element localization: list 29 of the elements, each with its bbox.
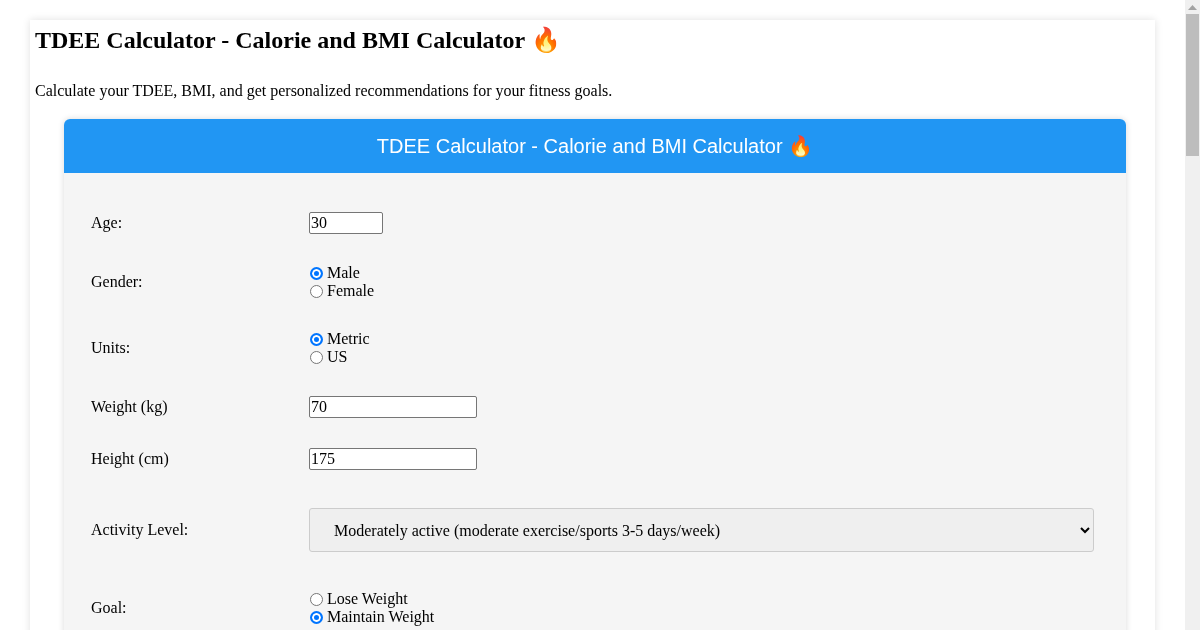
radio-button[interactable]: [310, 592, 323, 606]
radio-label: Male: [327, 264, 360, 283]
scroll-up-icon[interactable]: [1188, 5, 1197, 10]
page-title: TDEE Calculator - Calorie and BMI Calculator 🔥: [35, 25, 562, 55]
input-field[interactable]: 70: [309, 396, 477, 419]
input-field[interactable]: 175: [309, 448, 477, 471]
radio-label: Female: [327, 282, 375, 301]
radio-button[interactable]: [310, 284, 323, 298]
field-label: Activity Level:: [91, 521, 190, 540]
radio-label: Metric: [327, 330, 370, 349]
field-label: Units:: [91, 339, 132, 358]
intro-text: Calculate your TDEE, BMI, and get personalized recommendations for your fitness goals.: [35, 81, 614, 101]
radio-label: Maintain Weight: [327, 608, 435, 627]
field-label: Height (cm): [91, 450, 170, 469]
calculator-header: TDEE Calculator - Calorie and BMI Calculator 🔥: [64, 119, 1126, 174]
field-label: Weight (kg): [91, 398, 169, 417]
radio-button[interactable]: [310, 266, 323, 280]
scrollbar[interactable]: [1185, 0, 1200, 630]
radio-button[interactable]: [310, 332, 323, 346]
field-label: Gender:: [91, 273, 144, 292]
radio-button[interactable]: [310, 610, 323, 624]
radio-button[interactable]: [310, 350, 323, 364]
radio-label: Lose Weight: [327, 590, 408, 609]
activity-dropdown[interactable]: Moderately active (moderate exercise/sports 3-5 days/week): [309, 508, 1094, 553]
scrollbar-thumb[interactable]: [1186, 14, 1199, 156]
field-label: Age:: [91, 214, 124, 233]
radio-label: US: [327, 348, 348, 367]
input-field[interactable]: 30: [309, 212, 383, 235]
field-label: Goal:: [91, 599, 128, 618]
